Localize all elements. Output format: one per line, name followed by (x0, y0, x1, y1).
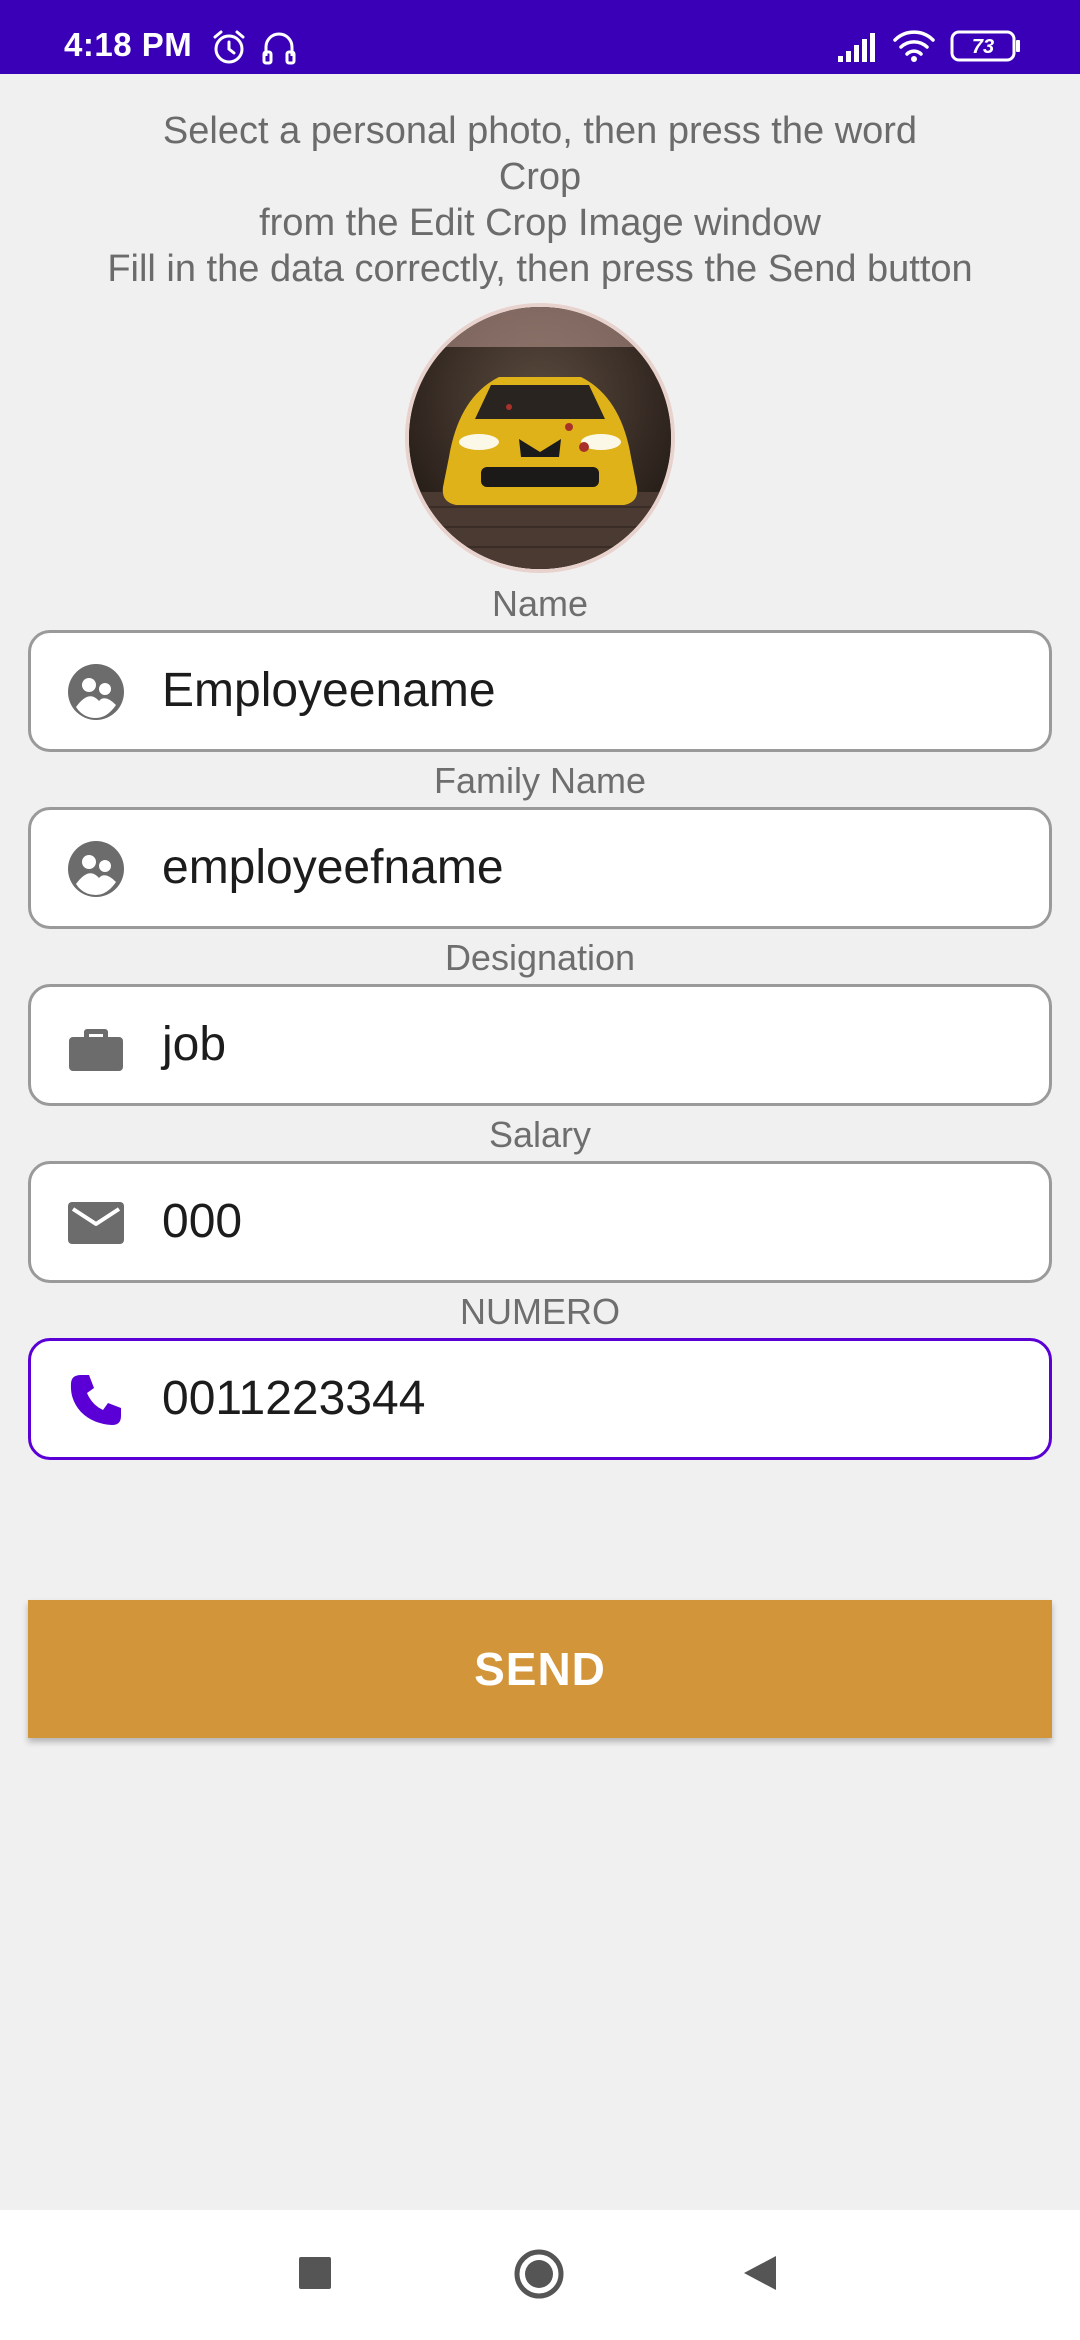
recents-square-icon[interactable] (298, 2256, 332, 2295)
family-name-field[interactable]: employeefname (28, 807, 1052, 929)
instruction-line: Select a personal photo, then press the … (162, 110, 918, 152)
numero-input[interactable]: 0011223344 (162, 1341, 425, 1457)
car-photo-image (409, 307, 671, 569)
salary-label: Salary (488, 1114, 592, 1155)
wifi-icon (892, 28, 936, 69)
name-label: Name (491, 583, 589, 624)
headset-icon (260, 28, 298, 71)
family-name-label: Family Name (433, 760, 647, 801)
mail-icon (67, 1194, 125, 1252)
signal-icon (836, 30, 878, 69)
status-bar: 4:18 PM 73 (0, 0, 1080, 74)
family-name-input[interactable]: employeefname (162, 810, 504, 926)
person-icon (67, 663, 125, 721)
instruction-line: from the Edit Crop Image window (259, 202, 821, 244)
salary-field[interactable]: 000 (28, 1161, 1052, 1283)
navigation-bar (0, 2210, 1080, 2340)
designation-field[interactable]: job (28, 984, 1052, 1106)
numero-field[interactable]: 0011223344 (28, 1338, 1052, 1460)
numero-label: NUMERO (460, 1291, 620, 1332)
status-time: 4:18 PM (64, 26, 193, 63)
instruction-line: Fill in the data correctly, then press t… (107, 248, 973, 290)
person-icon (67, 840, 125, 898)
salary-input[interactable]: 000 (162, 1164, 242, 1280)
phone-icon (67, 1371, 125, 1429)
name-field[interactable]: Employeename (28, 630, 1052, 752)
battery-icon: 73 (950, 28, 1022, 69)
instruction-line: Crop (498, 156, 582, 198)
instructions: Select a personal photo, then press the … (0, 108, 1080, 292)
send-button[interactable]: SEND (28, 1600, 1052, 1738)
profile-photo[interactable] (405, 303, 675, 573)
alarm-icon (210, 28, 248, 71)
name-input[interactable]: Employeename (162, 633, 496, 749)
home-circle-icon[interactable] (513, 2248, 565, 2305)
back-triangle-icon[interactable] (742, 2254, 778, 2297)
battery-level: 73 (972, 36, 994, 58)
designation-input[interactable]: job (162, 987, 226, 1103)
briefcase-icon (67, 1017, 125, 1075)
designation-label: Designation (444, 937, 636, 978)
